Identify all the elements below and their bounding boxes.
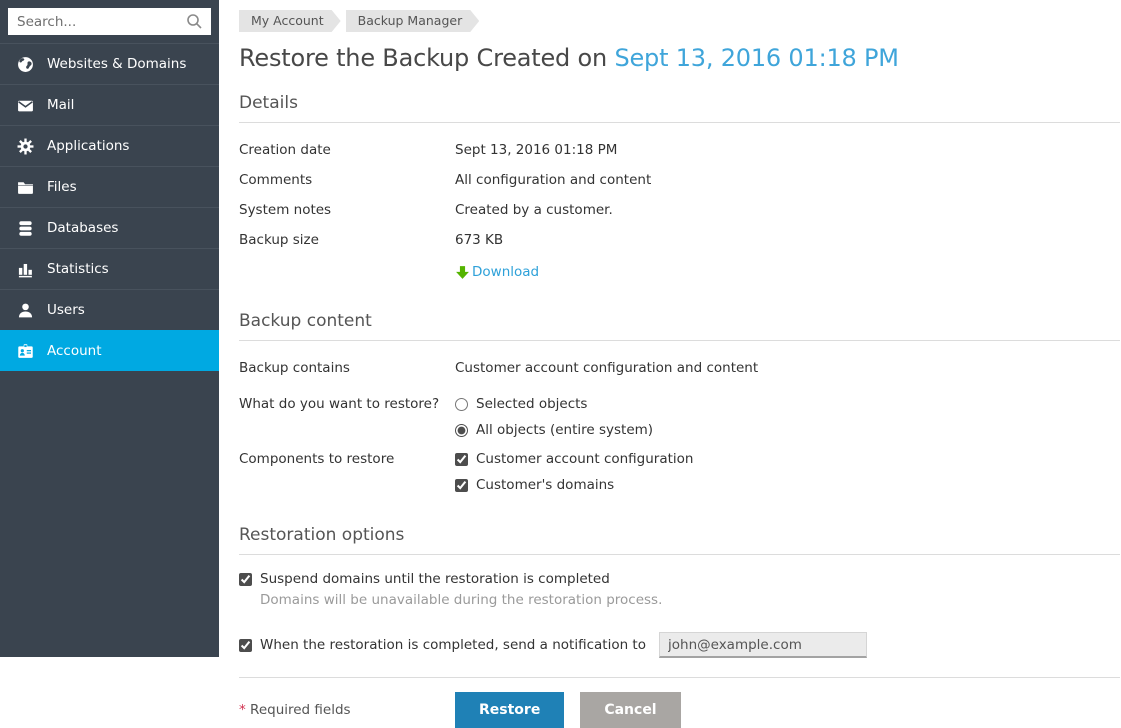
detail-row-backup-size: Backup size 673 KB bbox=[239, 225, 1120, 255]
download-arrow-icon bbox=[455, 265, 470, 280]
customer-domains-checkbox[interactable] bbox=[455, 479, 468, 492]
components-row: Components to restore Customer account c… bbox=[239, 446, 1120, 498]
selected-objects-label[interactable]: Selected objects bbox=[476, 396, 587, 412]
suspend-domains-label[interactable]: Suspend domains until the restoration is… bbox=[260, 571, 610, 587]
required-asterisk: * bbox=[239, 702, 246, 718]
page-title: Restore the Backup Created on Sept 13, 2… bbox=[239, 44, 1120, 72]
sidebar: Websites & Domains Mail Applications Fil… bbox=[0, 0, 219, 657]
detail-label: System notes bbox=[239, 202, 455, 218]
detail-value: 673 KB bbox=[455, 232, 503, 248]
detail-label: Backup size bbox=[239, 232, 455, 248]
details-heading: Details bbox=[239, 93, 1120, 123]
page-title-date: Sept 13, 2016 01:18 PM bbox=[614, 44, 898, 72]
sidebar-item-mail[interactable]: Mail bbox=[0, 84, 219, 125]
database-icon bbox=[17, 220, 34, 237]
id-badge-icon bbox=[17, 343, 34, 360]
sidebar-item-files[interactable]: Files bbox=[0, 166, 219, 207]
backup-content-rows: Backup contains Customer account configu… bbox=[239, 353, 1120, 498]
download-row: Download bbox=[239, 259, 1120, 285]
search-icon[interactable] bbox=[186, 13, 203, 30]
components-label: Components to restore bbox=[239, 446, 455, 467]
sidebar-search bbox=[0, 0, 219, 43]
components-options: Customer account configuration Customer'… bbox=[455, 446, 694, 498]
required-fields-note: * Required fields bbox=[239, 702, 455, 718]
restore-button[interactable]: Restore bbox=[455, 692, 564, 728]
sidebar-item-statistics[interactable]: Statistics bbox=[0, 248, 219, 289]
customer-domains-label[interactable]: Customer's domains bbox=[476, 477, 614, 493]
account-config-label[interactable]: Customer account configuration bbox=[476, 451, 694, 467]
checkbox-row-account-config: Customer account configuration bbox=[455, 446, 694, 472]
backup-contains-label: Backup contains bbox=[239, 360, 455, 376]
gear-icon bbox=[17, 138, 34, 155]
sidebar-item-label: Statistics bbox=[47, 261, 109, 277]
bar-chart-icon bbox=[17, 261, 34, 278]
breadcrumb: My Account Backup Manager bbox=[239, 10, 1120, 32]
sidebar-item-account[interactable]: Account bbox=[0, 330, 219, 371]
sidebar-item-applications[interactable]: Applications bbox=[0, 125, 219, 166]
backup-content-heading: Backup content bbox=[239, 311, 1120, 341]
backup-contains-row: Backup contains Customer account configu… bbox=[239, 353, 1120, 383]
sidebar-item-label: Files bbox=[47, 179, 77, 195]
main-content: My Account Backup Manager Restore the Ba… bbox=[219, 0, 1121, 728]
suspend-domains-row: Suspend domains until the restoration is… bbox=[239, 571, 1120, 587]
required-label: Required fields bbox=[246, 702, 351, 718]
account-config-checkbox[interactable] bbox=[455, 453, 468, 466]
user-icon bbox=[17, 302, 34, 319]
notification-checkbox[interactable] bbox=[239, 639, 252, 652]
detail-label: Comments bbox=[239, 172, 455, 188]
download-label: Download bbox=[472, 264, 539, 280]
globe-icon bbox=[17, 56, 34, 73]
sidebar-item-label: Applications bbox=[47, 138, 129, 154]
checkbox-row-customer-domains: Customer's domains bbox=[455, 472, 694, 498]
sidebar-item-label: Websites & Domains bbox=[47, 56, 186, 72]
selected-objects-radio[interactable] bbox=[455, 398, 468, 411]
sidebar-item-websites-domains[interactable]: Websites & Domains bbox=[0, 43, 219, 84]
restoration-options-heading: Restoration options bbox=[239, 525, 1120, 555]
detail-row-system-notes: System notes Created by a customer. bbox=[239, 195, 1120, 225]
radio-row-all-objects: All objects (entire system) bbox=[455, 417, 653, 443]
sidebar-item-label: Account bbox=[47, 343, 102, 359]
sidebar-item-label: Mail bbox=[47, 97, 74, 113]
suspend-domains-hint: Domains will be unavailable during the r… bbox=[260, 592, 1120, 608]
detail-value: Created by a customer. bbox=[455, 202, 613, 218]
footer-divider bbox=[239, 677, 1120, 678]
page-title-prefix: Restore the Backup Created on bbox=[239, 44, 614, 72]
folder-icon bbox=[17, 179, 34, 196]
all-objects-radio[interactable] bbox=[455, 424, 468, 437]
detail-row-comments: Comments All configuration and content bbox=[239, 165, 1120, 195]
notification-label[interactable]: When the restoration is completed, send … bbox=[260, 637, 646, 653]
sidebar-item-label: Users bbox=[47, 302, 85, 318]
breadcrumb-backup-manager[interactable]: Backup Manager bbox=[346, 10, 480, 32]
sidebar-item-databases[interactable]: Databases bbox=[0, 207, 219, 248]
detail-row-creation-date: Creation date Sept 13, 2016 01:18 PM bbox=[239, 135, 1120, 165]
detail-label: Creation date bbox=[239, 142, 455, 158]
search-input[interactable] bbox=[8, 8, 211, 35]
sidebar-item-label: Databases bbox=[47, 220, 118, 236]
detail-value: All configuration and content bbox=[455, 172, 651, 188]
notification-email-input[interactable] bbox=[659, 632, 867, 658]
all-objects-label[interactable]: All objects (entire system) bbox=[476, 422, 653, 438]
details-rows: Creation date Sept 13, 2016 01:18 PM Com… bbox=[239, 135, 1120, 255]
footer-row: * Required fields Restore Cancel bbox=[239, 692, 1120, 728]
restore-scope-row: What do you want to restore? Selected ob… bbox=[239, 391, 1120, 443]
restore-scope-options: Selected objects All objects (entire sys… bbox=[455, 391, 653, 443]
cancel-button[interactable]: Cancel bbox=[580, 692, 680, 728]
backup-contains-value: Customer account configuration and conte… bbox=[455, 360, 758, 376]
suspend-domains-checkbox[interactable] bbox=[239, 573, 252, 586]
sidebar-item-users[interactable]: Users bbox=[0, 289, 219, 330]
download-link[interactable]: Download bbox=[455, 264, 539, 280]
notification-row: When the restoration is completed, send … bbox=[239, 632, 1120, 658]
detail-value: Sept 13, 2016 01:18 PM bbox=[455, 142, 617, 158]
breadcrumb-my-account[interactable]: My Account bbox=[239, 10, 341, 32]
mail-icon bbox=[17, 97, 34, 114]
restore-scope-label: What do you want to restore? bbox=[239, 391, 455, 412]
radio-row-selected-objects: Selected objects bbox=[455, 391, 653, 417]
